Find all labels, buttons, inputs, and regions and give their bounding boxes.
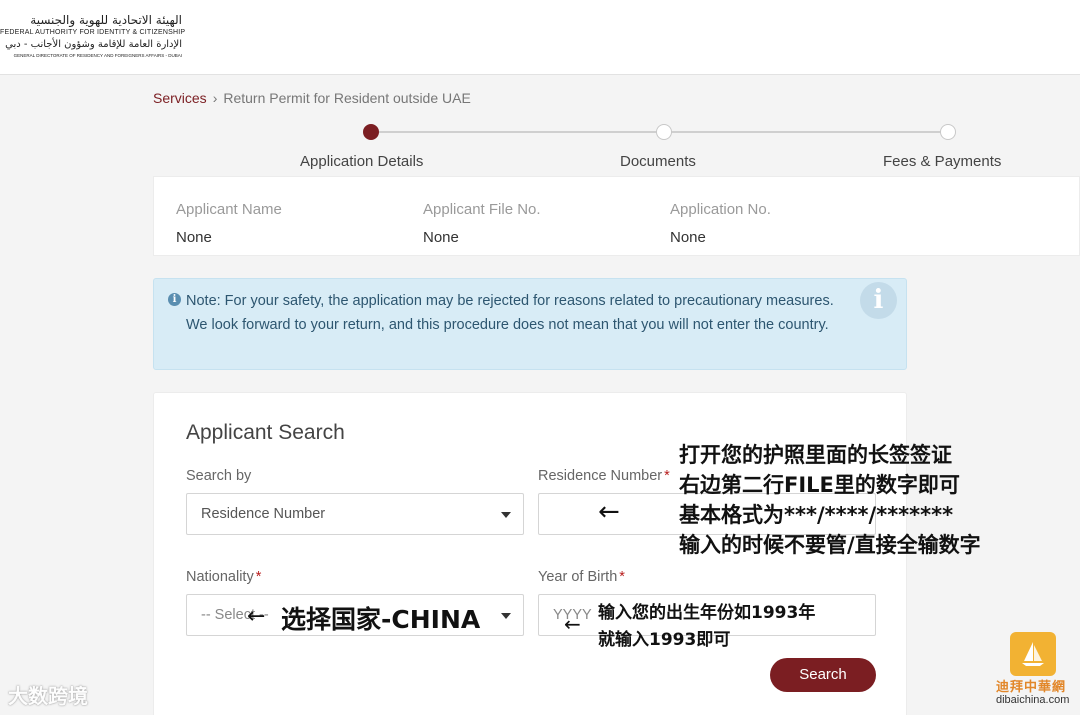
chevron-down-icon [501,613,511,619]
nationality-label: Nationality * [186,569,261,585]
year-tip-line: 就输入1993即可 [598,630,731,650]
application-no-field: Application No. None [670,201,771,246]
step-label-fees-payments: Fees & Payments [883,153,1002,170]
required-mark: * [619,569,625,585]
residence-tip: 打开您的护照里面的长签签证 右边第二行FILE里的数字即可 基本格式为***/*… [679,440,981,560]
step-dot-fees-payments [940,124,956,140]
safety-note-text: Note: For your safety, the application m… [186,293,834,333]
logo-arabic-subtitle: الإدارة العامة للإقامة وشؤون الأجانب - د… [5,39,182,50]
step-connector [370,131,664,133]
nationality-tip: 选择国家-CHINA [281,605,481,634]
residence-number-label: Residence Number * [538,468,670,484]
year-tip-line: 输入您的出生年份如1993年 [598,603,816,623]
logo-english-title: FEDERAL AUTHORITY FOR IDENTITY & CITIZEN… [0,29,186,36]
applicant-info-card: Applicant Name None Applicant File No. N… [153,176,1080,256]
nationality-label-text: Nationality [186,569,254,585]
residence-tip-line: 基本格式为***/****/******* [679,503,954,527]
arrow-left-icon: ← [598,497,620,527]
applicant-name-field: Applicant Name None [176,201,282,246]
watermark-left: 大数跨境 [8,684,88,708]
application-no-value: None [670,229,706,246]
sailboat-logo-icon [1010,632,1056,676]
required-mark: * [255,569,262,585]
search-button[interactable]: Search [770,658,876,692]
authority-logo[interactable]: الهيئة الاتحادية للهوية والجنسية FEDERAL… [0,12,186,60]
watermark-right-cn: 迪拜中華網 [996,680,1067,695]
progress-stepper [360,122,960,142]
breadcrumb: Services › Return Permit for Resident outs… [153,90,471,106]
applicant-search-title: Applicant Search [186,421,345,444]
year-of-birth-label-text: Year of Birth [538,569,618,585]
info-large-icon: i [860,282,897,319]
residence-tip-line: 右边第二行FILE里的数字即可 [679,473,960,497]
top-header: الهيئة الاتحادية للهوية والجنسية FEDERAL… [0,0,1080,75]
step-connector [664,131,948,133]
step-dot-application-details [363,124,379,140]
watermark-right-url: dibaichina.com [996,694,1070,706]
applicant-file-field: Applicant File No. None [423,201,541,246]
applicant-name-value: None [176,229,212,246]
year-of-birth-label: Year of Birth * [538,569,625,585]
search-by-label: Search by [186,468,252,484]
step-label-application-details: Application Details [300,153,424,170]
applicant-file-label: Applicant File No. [423,201,541,218]
arrow-left-icon: ← [247,604,266,629]
step-dot-documents [656,124,672,140]
logo-english-subtitle: GENERAL DIRECTORATE OF RESIDENCY AND FOR… [13,53,182,58]
info-icon: i [168,293,181,306]
chevron-down-icon [501,512,511,518]
breadcrumb-current: Return Permit for Resident outside UAE [223,90,471,106]
search-by-select[interactable]: Residence Number [186,493,524,535]
search-by-value: Residence Number [201,506,326,522]
applicant-file-value: None [423,229,459,246]
breadcrumb-separator: › [212,90,218,106]
breadcrumb-services-link[interactable]: Services [153,90,207,106]
step-label-documents: Documents [620,153,696,170]
safety-note-alert: i Note: For your safety, the application… [153,278,907,370]
logo-arabic-title: الهيئة الاتحادية للهوية والجنسية [30,13,182,27]
required-mark: * [664,468,670,484]
application-no-label: Application No. [670,201,771,218]
residence-tip-line: 打开您的护照里面的长签签证 [679,443,952,467]
applicant-name-label: Applicant Name [176,201,282,218]
arrow-left-icon: ← [564,612,581,636]
year-tip: 输入您的出生年份如1993年 就输入1993即可 [598,600,815,654]
residence-tip-line: 输入的时候不要管/直接全输数字 [679,533,981,557]
residence-number-label-text: Residence Number [538,468,663,484]
